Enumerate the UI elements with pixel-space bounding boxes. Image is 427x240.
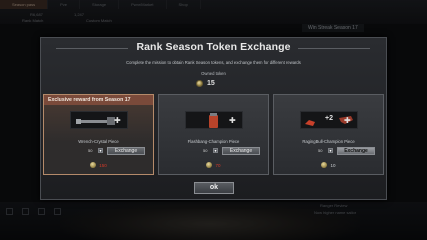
token-icon <box>321 162 328 168</box>
exchange-button[interactable]: Exchange <box>107 147 145 155</box>
exclusive-banner: Exclusive reward from Season 17 <box>44 95 153 105</box>
quantity-dropdown[interactable]: ▾ <box>328 148 333 153</box>
puzzle-piece-icon: ✚ <box>229 116 236 125</box>
reward-card-1: Exclusive reward from Season 17 ✚ Wrench… <box>43 94 154 175</box>
bonus-count: +2 <box>325 115 333 122</box>
item-name: Wrench-Crystal Piece <box>78 139 119 144</box>
token-icon <box>196 80 203 87</box>
quantity-value: 50 <box>318 148 323 153</box>
quantity-dropdown[interactable]: ▾ <box>98 148 103 153</box>
reward-card-2: ✚ Flashbang-Champion Piece 50 ▾ Exchange… <box>158 94 269 175</box>
item-image: ✚ <box>185 111 243 129</box>
exchange-button[interactable]: Exchange <box>222 147 260 155</box>
owned-token-label: Owned token <box>201 71 226 76</box>
cost-value: 10 <box>330 162 336 168</box>
quantity-value: 50 <box>203 148 208 153</box>
modal-title: Rank Season Token Exchange <box>136 41 291 53</box>
owned-token-count: 15 <box>207 80 215 87</box>
cost-value: 70 <box>215 162 221 168</box>
item-image: ✚ <box>70 111 128 129</box>
quantity-value: 50 <box>88 148 93 153</box>
ok-button[interactable]: ok <box>194 182 234 194</box>
reward-card-3: +2 ✚ RagingBull-Champion Piece 50 ▾ Exch… <box>273 94 384 175</box>
exchange-row: 50 ▾ Exchange <box>274 147 383 155</box>
token-icon <box>206 162 213 168</box>
exchange-row: 50 ▾ Exchange <box>44 147 153 155</box>
item-name: Flashbang-Champion Piece <box>187 139 240 144</box>
cost-value: 150 <box>99 162 107 168</box>
token-icon <box>90 162 97 168</box>
exchange-button[interactable]: Exchange <box>337 147 375 155</box>
puzzle-piece-icon: ✚ <box>114 116 121 125</box>
item-name: RagingBull-Champion Piece <box>302 139 355 144</box>
puzzle-piece-icon: ✚ <box>344 116 351 125</box>
modal-description: Complete the mission to obtain Rank Seas… <box>126 60 301 65</box>
cost: 150 <box>44 162 153 168</box>
owned-token: 15 <box>196 80 215 87</box>
item-image: +2 ✚ <box>300 111 358 129</box>
quantity-dropdown[interactable]: ▾ <box>213 148 218 153</box>
exchange-row: 50 ▾ Exchange <box>159 147 268 155</box>
cost: 10 <box>274 162 383 168</box>
cost: 70 <box>159 162 268 168</box>
